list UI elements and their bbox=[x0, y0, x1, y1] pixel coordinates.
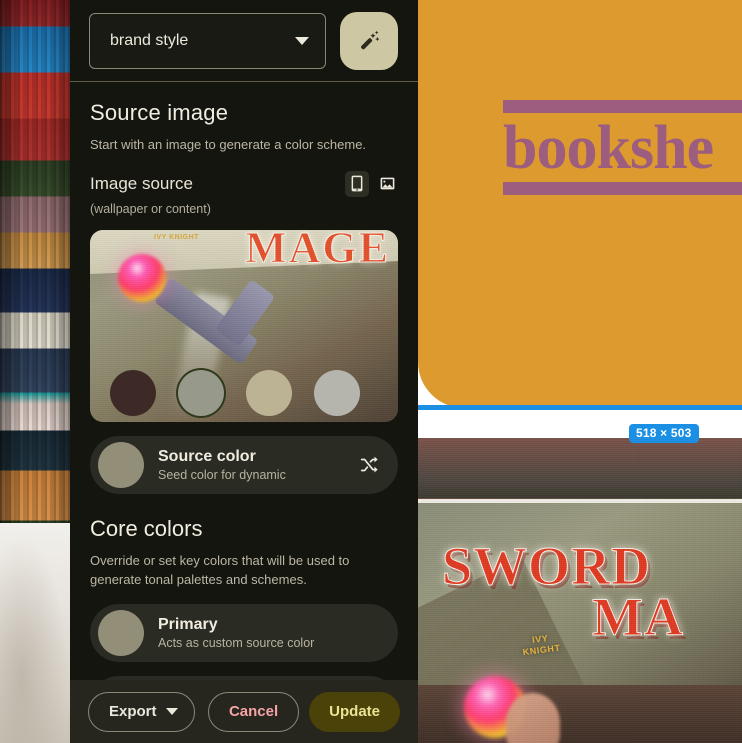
image-source-row: Image source bbox=[90, 170, 398, 197]
bookshelf-photo bbox=[0, 0, 72, 523]
style-select-value: brand style bbox=[110, 31, 189, 49]
image-source-label: Image source bbox=[90, 173, 193, 193]
cover-title-line2: MA bbox=[592, 586, 684, 647]
preview-swatch-2[interactable] bbox=[178, 369, 224, 416]
source-image-heading: Source image bbox=[90, 100, 229, 125]
primary-color-swatch[interactable] bbox=[98, 609, 144, 656]
update-button-label: Update bbox=[329, 703, 380, 720]
source-color-subtitle: Seed color for dynamic bbox=[158, 467, 286, 482]
theme-builder-panel: brand style Source image Start with an i… bbox=[70, 0, 418, 743]
cover-title: SWORD MA bbox=[441, 539, 684, 647]
image-source-sublabel: (wallpaper or content) bbox=[90, 201, 211, 216]
rule-top bbox=[503, 100, 742, 113]
cover-byline: IVY KNIGHT bbox=[521, 632, 562, 659]
primary-row-subtitle: Acts as custom source color bbox=[158, 635, 315, 650]
panel-scroll-body: Source image Start with an image to gene… bbox=[70, 82, 418, 743]
export-button-label: Export bbox=[109, 703, 157, 720]
book-cover-photo[interactable]: SWORD MA IVY KNIGHT bbox=[418, 438, 742, 743]
primary-row-title: Primary bbox=[158, 615, 218, 633]
panel-toolbar: brand style bbox=[70, 0, 418, 82]
preview-swatch-1[interactable] bbox=[110, 369, 156, 416]
style-select[interactable]: brand style bbox=[89, 12, 326, 69]
preview-swatch-row bbox=[110, 369, 360, 416]
preview-orb bbox=[118, 253, 166, 302]
image-icon bbox=[380, 177, 394, 190]
orange-card-word: bookshe bbox=[503, 114, 714, 182]
phone-icon bbox=[351, 175, 363, 192]
update-button[interactable]: Update bbox=[309, 691, 400, 732]
primary-row-texts: Primary Acts as custom source color bbox=[158, 616, 382, 650]
export-button[interactable]: Export bbox=[88, 691, 195, 732]
chevron-down-icon bbox=[295, 36, 309, 45]
core-colors-heading: Core colors bbox=[90, 515, 203, 541]
source-color-title: Source color bbox=[158, 447, 256, 465]
cover-byline-top: IVY bbox=[531, 633, 549, 646]
shuffle-icon bbox=[360, 456, 378, 473]
magic-wand-icon bbox=[361, 30, 380, 49]
chevron-down-icon bbox=[165, 708, 178, 715]
core-colors-description: Override or set key colors that will be … bbox=[90, 552, 350, 587]
bookshelf-photo-lower bbox=[0, 523, 72, 743]
cover-band-top bbox=[418, 438, 742, 498]
size-badge: 518 × 503 bbox=[629, 424, 699, 443]
content-image-toggle[interactable] bbox=[376, 173, 398, 195]
cancel-button-label: Cancel bbox=[228, 703, 279, 720]
shuffle-source-color-button[interactable] bbox=[356, 452, 382, 478]
source-image-preview[interactable]: IVY KNIGHT MAGE bbox=[90, 229, 398, 422]
orange-cover-card[interactable]: bookshe bbox=[418, 0, 742, 408]
preview-swatch-4[interactable] bbox=[314, 369, 360, 416]
preview-cover-title: MAGE bbox=[245, 229, 390, 273]
core-color-row-primary[interactable]: Primary Acts as custom source color bbox=[90, 603, 398, 662]
panel-footer-actions: Export Cancel Update bbox=[70, 680, 418, 743]
source-color-texts: Source color Seed color for dynamic bbox=[158, 448, 356, 482]
source-color-row[interactable]: Source color Seed color for dynamic bbox=[90, 435, 398, 494]
rule-bottom bbox=[503, 182, 742, 195]
image-source-toggle-group bbox=[345, 170, 398, 197]
magic-wand-button[interactable] bbox=[340, 11, 398, 70]
cancel-button[interactable]: Cancel bbox=[207, 691, 300, 732]
phone-wallpaper-toggle[interactable] bbox=[345, 170, 369, 197]
source-color-swatch[interactable] bbox=[98, 441, 144, 488]
orange-card-title-block: bookshe bbox=[503, 100, 742, 195]
preview-byline: IVY KNIGHT bbox=[154, 233, 199, 241]
source-image-description: Start with an image to generate a color … bbox=[90, 137, 367, 152]
preview-swatch-3[interactable] bbox=[246, 369, 292, 416]
